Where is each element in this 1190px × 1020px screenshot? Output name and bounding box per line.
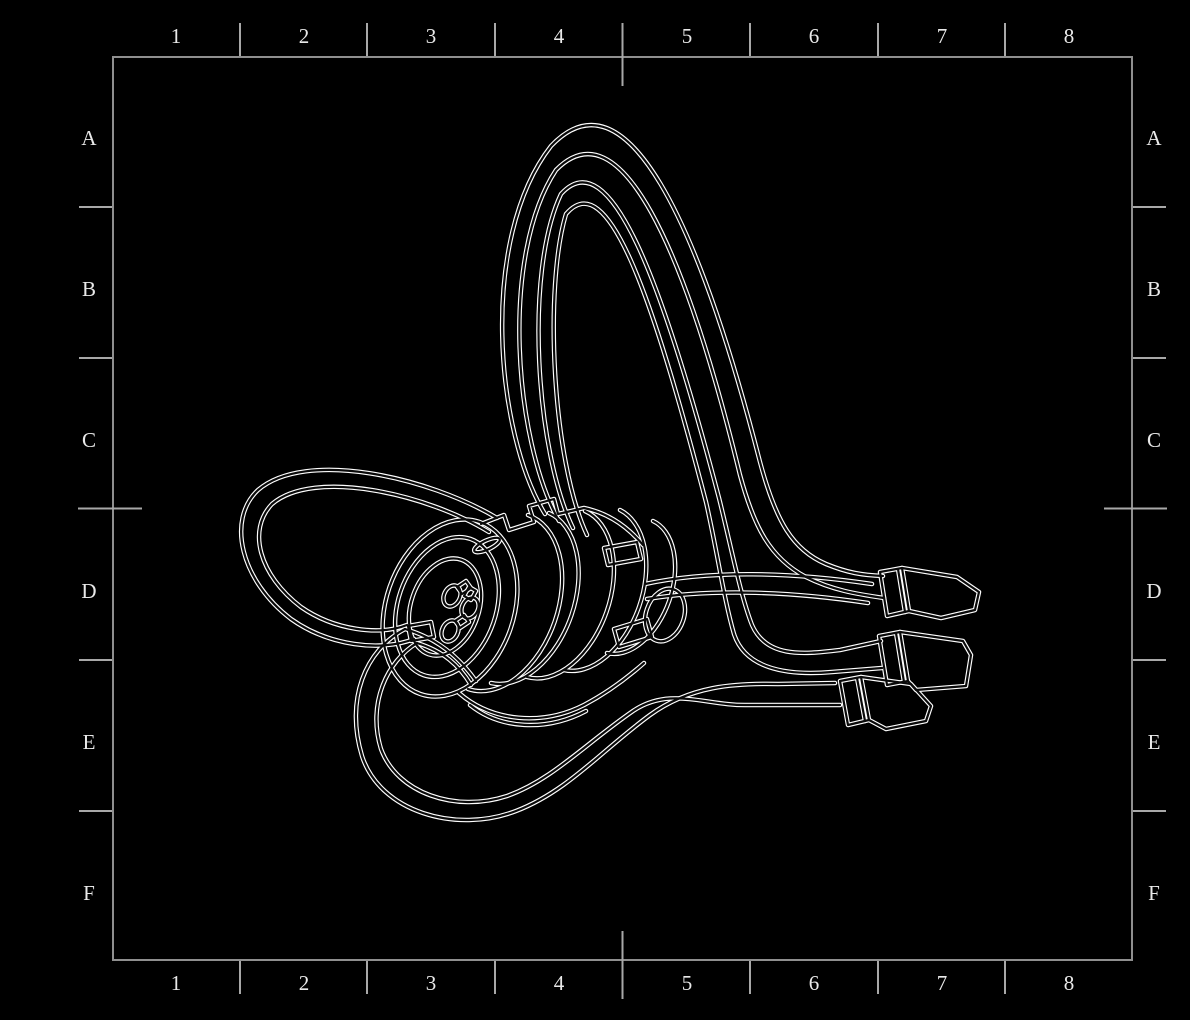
zone-label-top-7: 7 <box>922 25 962 47</box>
zone-label-bottom-7: 7 <box>922 972 962 994</box>
zone-label-top-5: 5 <box>667 25 707 47</box>
zone-label-top-3: 3 <box>411 25 451 47</box>
zone-label-left-a: A <box>69 127 109 149</box>
zone-label-top-6: 6 <box>794 25 834 47</box>
drawing-canvas <box>0 0 1190 1020</box>
zone-label-bottom-2: 2 <box>284 972 324 994</box>
zone-label-top-8: 8 <box>1049 25 1089 47</box>
zone-ticks-top <box>240 23 1005 86</box>
zone-label-right-d: D <box>1134 580 1174 602</box>
zone-label-right-f: F <box>1134 882 1174 904</box>
zone-label-top-4: 4 <box>539 25 579 47</box>
zone-label-left-e: E <box>69 731 109 753</box>
zone-label-left-b: B <box>69 278 109 300</box>
zone-label-bottom-5: 5 <box>667 972 707 994</box>
zone-label-bottom-6: 6 <box>794 972 834 994</box>
zone-label-bottom-8: 8 <box>1049 972 1089 994</box>
zone-label-top-1: 1 <box>156 25 196 47</box>
connector-line-art <box>241 125 979 820</box>
zone-label-left-d: D <box>69 580 109 602</box>
zone-label-right-c: C <box>1134 429 1174 451</box>
zone-label-top-2: 2 <box>284 25 324 47</box>
zone-label-left-f: F <box>69 882 109 904</box>
zone-label-right-a: A <box>1134 127 1174 149</box>
zone-label-bottom-4: 4 <box>539 972 579 994</box>
zone-label-left-c: C <box>69 429 109 451</box>
drawing-sheet: 1 2 3 4 5 6 7 8 1 2 3 4 5 6 7 8 A B C D … <box>0 0 1190 1020</box>
zone-label-right-b: B <box>1134 278 1174 300</box>
zone-label-bottom-1: 1 <box>156 972 196 994</box>
zone-label-bottom-3: 3 <box>411 972 451 994</box>
zone-label-right-e: E <box>1134 731 1174 753</box>
zone-ticks-bottom <box>240 931 1005 999</box>
